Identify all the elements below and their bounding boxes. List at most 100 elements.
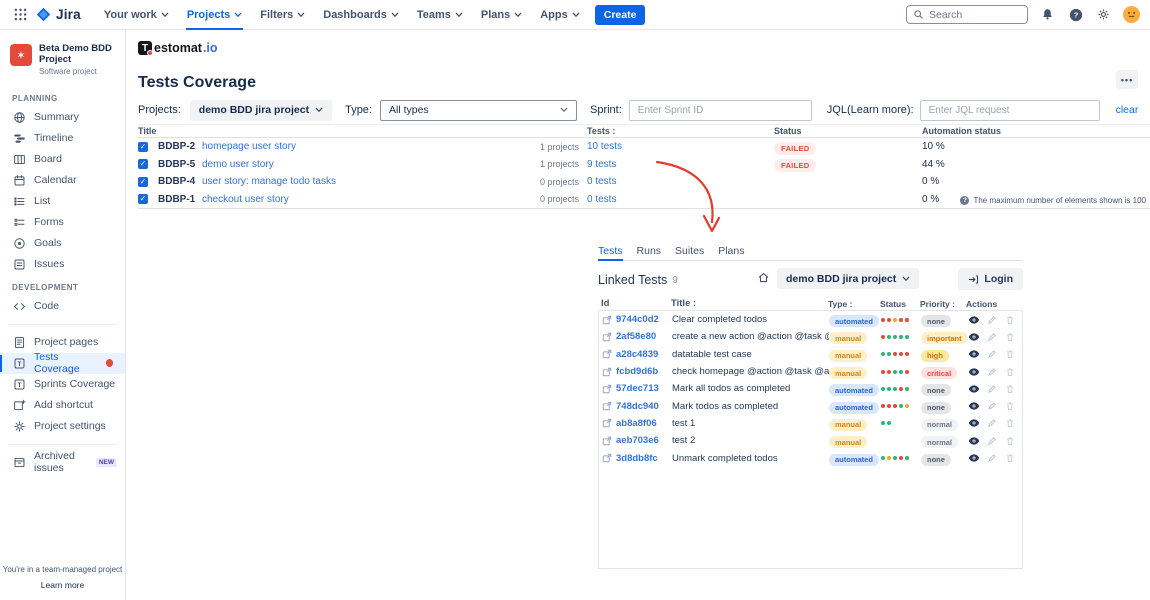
test-id-link[interactable]: aeb703e6 [602, 435, 672, 446]
col-priority[interactable]: Priority : [920, 299, 966, 309]
sidebar-item-goals[interactable]: Goals [0, 233, 125, 254]
row-checkbox[interactable]: ✓ [138, 194, 148, 204]
panel-tab-tests[interactable]: Tests [598, 245, 623, 260]
sidebar-item-forms[interactable]: Forms [0, 212, 125, 233]
more-options-button[interactable]: ••• [1116, 70, 1138, 89]
nav-item-filters[interactable]: Filters [251, 0, 314, 30]
nav-item-plans[interactable]: Plans [472, 0, 531, 30]
col-status[interactable]: Status [880, 299, 920, 309]
panel-tab-plans[interactable]: Plans [718, 245, 744, 260]
sidebar-item-archived-issues[interactable]: Archived issues NEW [0, 452, 125, 473]
delete-button[interactable] [1003, 382, 1016, 395]
testomat-logo[interactable]: Testomat.io [138, 41, 218, 55]
nav-item-dashboards[interactable]: Dashboards [314, 0, 408, 30]
edit-button[interactable] [985, 313, 998, 326]
col-tests[interactable]: Tests : [587, 126, 769, 136]
test-id-link[interactable]: 2af58e80 [602, 331, 672, 342]
view-eye-button[interactable] [967, 348, 980, 361]
user-avatar[interactable] [1123, 6, 1140, 23]
view-eye-button[interactable] [967, 365, 980, 378]
project-header[interactable]: Beta Demo BDD Project Software project [0, 44, 125, 86]
help-icon[interactable]: ? [1067, 6, 1084, 23]
sidebar-item-timeline[interactable]: Timeline [0, 128, 125, 149]
sidebar-item-project-settings[interactable]: Project settings [0, 416, 125, 437]
sidebar-item-add-shortcut[interactable]: Add shortcut [0, 395, 125, 416]
delete-button[interactable] [1003, 400, 1016, 413]
sidebar-item-tests-coverage[interactable]: T Tests Coverage [0, 353, 125, 374]
panel-project-dropdown[interactable]: demo BDD jira project [777, 268, 919, 289]
app-switcher-icon[interactable] [10, 5, 30, 25]
sidebar-item-board[interactable]: Board [0, 149, 125, 170]
issue-title-link[interactable]: demo user story [202, 159, 482, 170]
panel-tab-runs[interactable]: Runs [637, 245, 662, 260]
search-input[interactable] [929, 9, 1009, 21]
edit-button[interactable] [985, 348, 998, 361]
view-eye-button[interactable] [967, 330, 980, 343]
tests-count-link[interactable]: 0 tests [587, 176, 769, 187]
view-eye-button[interactable] [967, 313, 980, 326]
col-status[interactable]: Status [769, 126, 917, 136]
tests-count-link[interactable]: 9 tests [587, 159, 769, 170]
delete-button[interactable] [1003, 417, 1016, 430]
sprint-input[interactable] [629, 100, 812, 121]
nav-item-projects[interactable]: Projects [178, 0, 251, 30]
col-title[interactable]: Title : [671, 298, 828, 309]
col-id[interactable]: Id [601, 298, 671, 309]
delete-button[interactable] [1003, 434, 1016, 447]
test-id-link[interactable]: a28c4839 [602, 349, 672, 360]
sidebar-item-summary[interactable]: Summary [0, 107, 125, 128]
view-eye-button[interactable] [967, 400, 980, 413]
test-id-link[interactable]: 3d8db8fc [602, 453, 672, 464]
delete-button[interactable] [1003, 330, 1016, 343]
delete-button[interactable] [1003, 348, 1016, 361]
tests-count-link[interactable]: 10 tests [587, 141, 769, 152]
view-eye-button[interactable] [967, 382, 980, 395]
test-id-link[interactable]: 57dec713 [602, 383, 672, 394]
issue-title-link[interactable]: checkout user story [202, 194, 482, 205]
edit-button[interactable] [985, 434, 998, 447]
issue-title-link[interactable]: user story: manage todo tasks [202, 176, 482, 187]
delete-button[interactable] [1003, 365, 1016, 378]
edit-button[interactable] [985, 382, 998, 395]
view-eye-button[interactable] [967, 417, 980, 430]
sidebar-item-code[interactable]: Code [0, 296, 125, 317]
col-type[interactable]: Type : [828, 299, 880, 309]
nav-item-your-work[interactable]: Your work [95, 0, 178, 30]
view-eye-button[interactable] [967, 452, 980, 465]
test-id-link[interactable]: fcbd9d6b [602, 366, 672, 377]
global-search[interactable] [906, 5, 1028, 24]
test-id-link[interactable]: ab8a8f06 [602, 418, 672, 429]
issue-title-link[interactable]: homepage user story [202, 141, 482, 152]
delete-button[interactable] [1003, 313, 1016, 326]
sidebar-item-issues[interactable]: Issues [0, 254, 125, 275]
sidebar-item-list[interactable]: List [0, 191, 125, 212]
test-id-link[interactable]: 748dc940 [602, 401, 672, 412]
sidebar-item-calendar[interactable]: Calendar [0, 170, 125, 191]
clear-filters-link[interactable]: clear [1116, 104, 1139, 116]
edit-button[interactable] [985, 400, 998, 413]
edit-button[interactable] [985, 365, 998, 378]
sidebar-item-project-pages[interactable]: Project pages [0, 332, 125, 353]
row-checkbox[interactable]: ✓ [138, 142, 148, 152]
edit-button[interactable] [985, 452, 998, 465]
sidebar-item-sprints-coverage[interactable]: T Sprints Coverage [0, 374, 125, 395]
test-id-link[interactable]: 9744c0d2 [602, 314, 672, 325]
row-checkbox[interactable]: ✓ [138, 159, 148, 169]
view-eye-button[interactable] [967, 434, 980, 447]
nav-item-teams[interactable]: Teams [408, 0, 472, 30]
col-title[interactable]: Title [138, 126, 482, 136]
nav-item-apps[interactable]: Apps [531, 0, 589, 30]
row-checkbox[interactable]: ✓ [138, 177, 148, 187]
home-icon[interactable] [757, 271, 770, 289]
login-button[interactable]: Login [958, 268, 1023, 290]
create-button[interactable]: Create [595, 5, 646, 25]
type-filter-select[interactable]: All types [380, 100, 577, 121]
col-automation-status[interactable]: Automation status [917, 126, 1150, 136]
projects-filter-dropdown[interactable]: demo BDD jira project [190, 100, 332, 121]
settings-gear-icon[interactable] [1095, 6, 1112, 23]
delete-button[interactable] [1003, 452, 1016, 465]
edit-button[interactable] [985, 330, 998, 343]
panel-tab-suites[interactable]: Suites [675, 245, 704, 260]
notifications-icon[interactable] [1039, 6, 1056, 23]
jira-logo[interactable]: Jira [36, 7, 81, 22]
